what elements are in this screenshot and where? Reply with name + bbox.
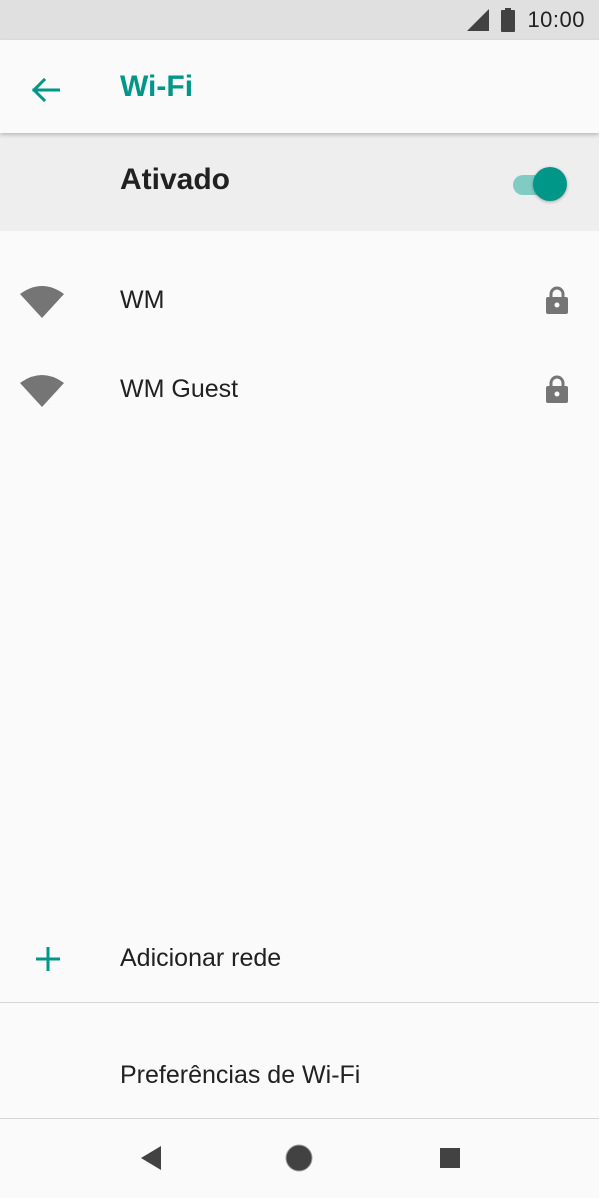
navigation-bar [0,1119,599,1198]
nav-recents-button[interactable] [436,1144,464,1172]
network-name: WM [120,286,165,314]
arrow-back-icon [32,78,60,102]
nav-back-button[interactable] [136,1144,164,1172]
recents-square-icon [440,1148,460,1168]
lock-icon [546,286,568,314]
page-title: Wi-Fi [120,70,194,103]
back-button[interactable] [24,68,68,112]
back-triangle-icon [141,1146,161,1170]
wifi-preferences-item[interactable]: Preferências de Wi-Fi [0,1004,599,1119]
plus-icon [36,947,60,971]
wifi-settings-screen: 10:00 Wi-Fi Ativado WM WM Guest Adiciona… [0,0,599,1198]
network-item-wm-guest[interactable]: WM Guest [0,347,599,435]
network-item-wm[interactable]: WM [0,258,599,346]
toggle-thumb [533,167,567,201]
add-network-label: Adicionar rede [120,944,282,972]
cell-signal-icon [467,9,490,31]
home-circle-icon [285,1144,313,1172]
lock-icon [546,375,568,403]
battery-icon [501,8,516,32]
master-switch-label: Ativado [120,163,231,196]
wifi-toggle-switch[interactable] [511,165,567,201]
app-bar: Wi-Fi [0,40,599,133]
network-name: WM Guest [120,375,239,403]
nav-home-button[interactable] [285,1144,313,1172]
status-time: 10:00 [527,7,585,32]
status-bar: 10:00 [0,0,599,40]
wifi-preferences-label: Preferências de Wi-Fi [120,1061,361,1089]
wifi-master-switch-row[interactable]: Ativado [0,133,599,231]
add-network-button[interactable]: Adicionar rede [0,915,599,1003]
wifi-signal-icon [20,375,64,407]
wifi-signal-icon [20,286,64,318]
